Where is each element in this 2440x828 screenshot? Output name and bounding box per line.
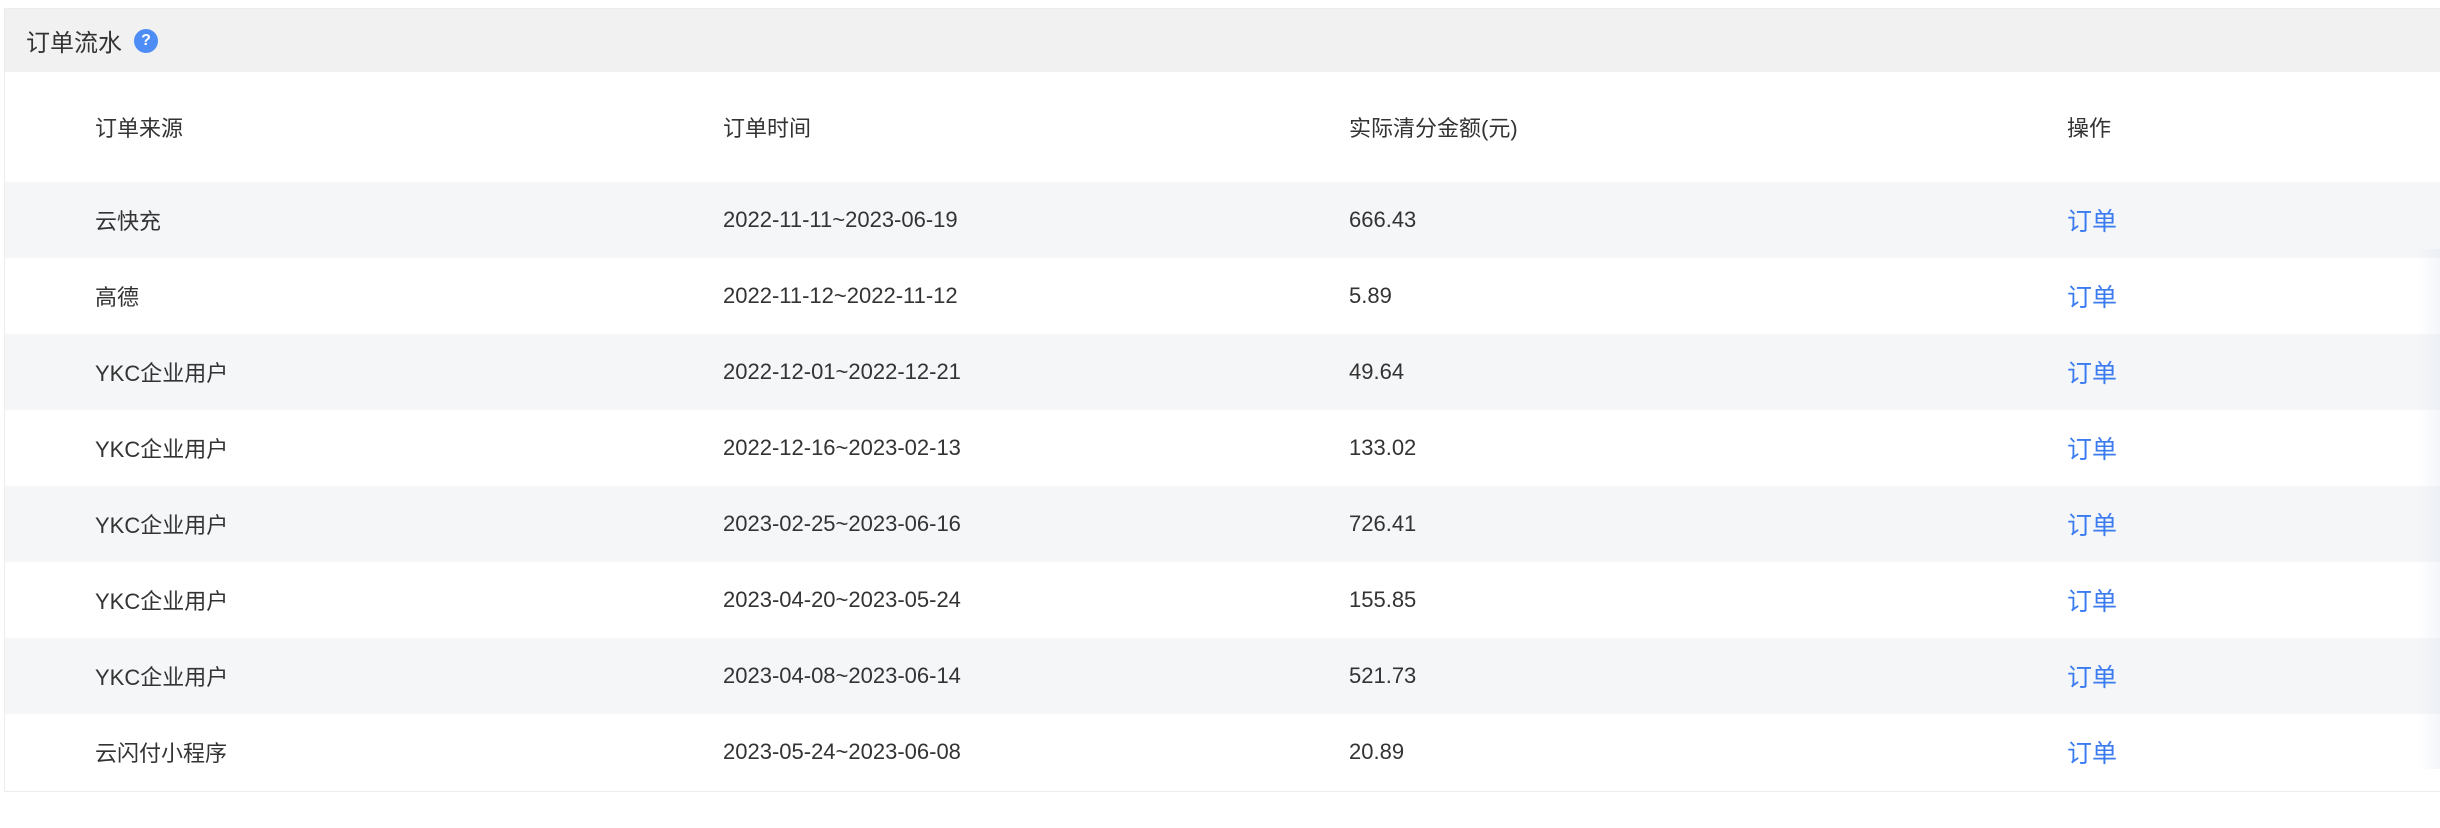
scroll-shadow: [2418, 249, 2440, 769]
cell-time: 2022-11-11~2023-06-19: [723, 207, 958, 232]
table-row: YKC企业用户 2023-04-08~2023-06-14 521.73 订单: [5, 638, 2440, 714]
cell-source: 云快充: [95, 209, 162, 234]
cell-source: 高德: [95, 285, 140, 310]
cell-source: YKC企业用户: [95, 589, 229, 614]
cell-amount: 49.64: [1349, 359, 1405, 384]
cell-time: 2023-04-20~2023-05-24: [723, 587, 961, 612]
cell-amount: 5.89: [1349, 283, 1392, 308]
question-circle-icon[interactable]: ?: [134, 28, 158, 53]
table-row: YKC企业用户 2023-04-20~2023-05-24 155.85 订单: [5, 562, 2440, 638]
header-time: 订单时间: [723, 116, 812, 141]
order-link[interactable]: 订单: [2067, 430, 2117, 466]
cell-source: YKC企业用户: [95, 361, 229, 386]
order-link[interactable]: 订单: [2067, 658, 2117, 694]
cell-time: 2022-11-12~2022-11-12: [723, 283, 958, 308]
cell-time: 2023-02-25~2023-06-16: [723, 511, 961, 536]
header-source: 订单来源: [95, 116, 184, 141]
cell-source: YKC企业用户: [95, 437, 229, 462]
table-row: 高德 2022-11-12~2022-11-12 5.89 订单: [5, 258, 2440, 334]
table-header-row: 订单来源 订单时间 实际清分金额(元) 操作: [5, 72, 2440, 182]
order-flow-panel: 订单流水 ? 订单来源 订单时间 实际清分金额(元) 操作 云快充 2022-1…: [4, 8, 2440, 792]
order-flow-table: 订单来源 订单时间 实际清分金额(元) 操作 云快充 2022-11-11~20…: [5, 72, 2440, 790]
cell-source: 云闪付小程序: [95, 741, 228, 766]
table-row: YKC企业用户 2022-12-01~2022-12-21 49.64 订单: [5, 334, 2440, 410]
panel-header: 订单流水 ?: [5, 9, 2440, 72]
header-action: 操作: [2067, 116, 2112, 141]
table-row: 云闪付小程序 2023-05-24~2023-06-08 20.89 订单: [5, 714, 2440, 790]
table-row: 云快充 2022-11-11~2023-06-19 666.43 订单: [5, 182, 2440, 258]
table-row: YKC企业用户 2023-02-25~2023-06-16 726.41 订单: [5, 486, 2440, 562]
cell-time: 2023-04-08~2023-06-14: [723, 663, 961, 688]
cell-amount: 20.89: [1349, 739, 1405, 764]
cell-amount: 726.41: [1349, 511, 1417, 536]
order-link[interactable]: 订单: [2067, 582, 2117, 618]
cell-time: 2022-12-01~2022-12-21: [723, 359, 961, 384]
cell-time: 2023-05-24~2023-06-08: [723, 739, 961, 764]
order-link[interactable]: 订单: [2067, 278, 2117, 314]
order-link[interactable]: 订单: [2067, 202, 2117, 238]
cell-amount: 521.73: [1349, 663, 1417, 688]
cell-source: YKC企业用户: [95, 665, 229, 690]
cell-source: YKC企业用户: [95, 513, 229, 538]
cell-amount: 133.02: [1349, 435, 1417, 460]
cell-time: 2022-12-16~2023-02-13: [723, 435, 961, 460]
cell-amount: 666.43: [1349, 207, 1417, 232]
panel-title: 订单流水: [26, 30, 122, 57]
header-amount: 实际清分金额(元): [1349, 116, 1518, 141]
order-link[interactable]: 订单: [2067, 734, 2117, 770]
order-link[interactable]: 订单: [2067, 354, 2117, 390]
table-row: YKC企业用户 2022-12-16~2023-02-13 133.02 订单: [5, 410, 2440, 486]
cell-amount: 155.85: [1349, 587, 1417, 612]
order-link[interactable]: 订单: [2067, 506, 2117, 542]
